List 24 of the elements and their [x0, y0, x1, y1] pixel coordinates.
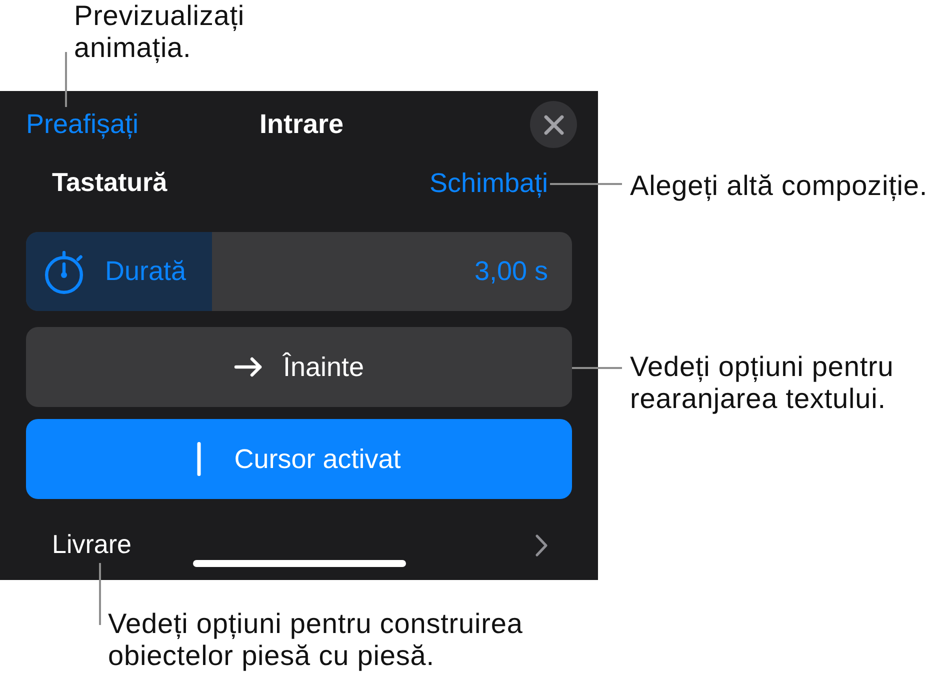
- change-link[interactable]: Schimbați: [429, 166, 548, 200]
- panel-title: Intrare: [259, 108, 344, 141]
- arrow-right-icon: [234, 357, 262, 377]
- duration-slider[interactable]: Durată 3,00 s: [26, 232, 572, 311]
- cursor-toggle-button[interactable]: Cursor activat: [26, 419, 572, 499]
- duration-value: 3,00 s: [474, 255, 548, 288]
- leader-line: [99, 563, 101, 625]
- leader-line: [550, 183, 622, 185]
- direction-button[interactable]: Înainte: [26, 327, 572, 407]
- delivery-row[interactable]: Livrare: [52, 529, 548, 561]
- leader-line: [572, 367, 622, 369]
- close-icon: [544, 114, 564, 134]
- preview-link[interactable]: Preafișați: [26, 108, 139, 141]
- callout-text: Previzualizați animația.: [74, 0, 246, 64]
- stopwatch-icon: [43, 250, 85, 294]
- text-cursor-icon: [197, 442, 202, 476]
- close-button[interactable]: [530, 101, 577, 148]
- leader-line: [65, 52, 67, 107]
- duration-label: Durată: [105, 255, 186, 288]
- callout-text: Vedeți opțiuni pentru construirea obiectelor piesă cu piesă.: [108, 608, 524, 672]
- callout-text: Vedeți opțiuni pentru rearanjarea textului.: [630, 351, 895, 415]
- chevron-right-icon: [535, 534, 548, 556]
- callout-text: Alegeți altă compoziție.: [630, 170, 929, 202]
- effect-name: Tastatură: [52, 167, 168, 199]
